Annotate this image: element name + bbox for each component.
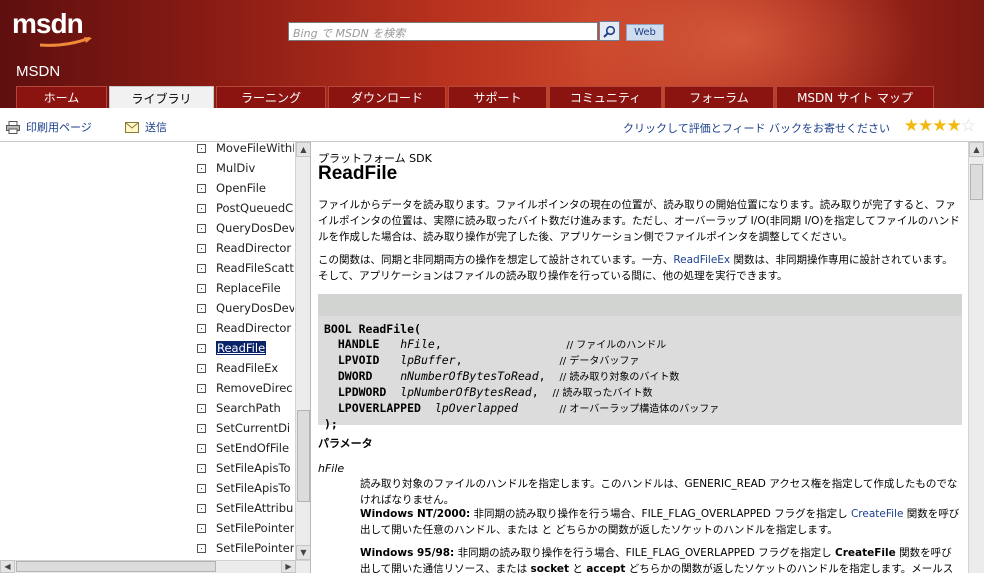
toc-item[interactable]: ReadDirector	[197, 318, 294, 338]
toc-item[interactable]: QueryDosDev	[197, 218, 294, 238]
param-description: 読み取り対象のファイルのハンドルを指定します。このハンドルは、GENERIC_R…	[360, 478, 958, 506]
syntax-block: BOOL ReadFile( HANDLE hFile, // ファイルのハンド…	[318, 293, 962, 431]
toc-node-icon	[197, 243, 206, 253]
syntax-header-bar	[318, 294, 962, 316]
toc-node-icon	[197, 503, 206, 513]
toc-item[interactable]: RemoveDirec	[197, 378, 294, 398]
toc-item[interactable]: OpenFile	[197, 178, 294, 198]
toc-node-icon	[197, 383, 206, 393]
toc-item[interactable]: QueryDosDev	[197, 298, 294, 318]
site-header: msdn Bing で MSDN を検索 Web MSDN ホーム ライブラリ …	[0, 0, 984, 108]
scroll-thumb[interactable]	[297, 410, 310, 502]
star-icon[interactable]: ★	[904, 118, 919, 135]
toc-item[interactable]: ReadDirector	[197, 238, 294, 258]
toc-item-selected[interactable]: ReadFile	[197, 338, 294, 358]
tab-forums[interactable]: フォーラム	[664, 86, 774, 108]
tab-support[interactable]: サポート	[448, 86, 547, 108]
createfile-link[interactable]: CreateFile	[851, 508, 903, 520]
scroll-up-icon[interactable]: ▲	[296, 142, 310, 157]
toc-item[interactable]: ReadFileEx	[197, 358, 294, 378]
page-toolbar: 印刷用ページ 送信 クリックして評価とフィード バックをお寄せください ★ ★ …	[0, 108, 984, 142]
tab-community[interactable]: コミュニティ	[549, 86, 662, 108]
star-icon[interactable]: ★	[932, 118, 947, 135]
scroll-thumb[interactable]	[16, 561, 216, 572]
toc-item[interactable]: MoveFileWithP	[197, 142, 294, 158]
tab-learning[interactable]: ラーニング	[216, 86, 326, 108]
toc-item[interactable]: ReadFileScatt	[197, 258, 294, 278]
toc-item[interactable]: SetFilePointer	[197, 538, 294, 558]
main-nav: ホーム ライブラリ ラーニング ダウンロード サポート コミュニティ フォーラム…	[16, 86, 936, 108]
star-icon[interactable]: ★	[947, 118, 962, 135]
print-link[interactable]: 印刷用ページ	[6, 119, 92, 135]
toc-item[interactable]: SetFileAttribu	[197, 498, 294, 518]
toc-item[interactable]: SetFileApisTo	[197, 458, 294, 478]
toc-node-icon	[197, 363, 206, 373]
toc-item[interactable]: SetFilePointer	[197, 518, 294, 538]
syntax-code: BOOL ReadFile( HANDLE hFile, // ファイルのハンド…	[324, 322, 720, 431]
scroll-thumb[interactable]	[970, 164, 983, 200]
toc-node-icon	[197, 143, 206, 153]
scroll-left-icon[interactable]: ◀	[0, 560, 15, 573]
sidebar-vertical-scrollbar[interactable]: ▲ ▼	[295, 142, 310, 560]
star-empty-icon[interactable]: ☆	[961, 118, 976, 135]
toc-node-icon	[197, 343, 206, 353]
w95-note: Windows 95/98: 非同期の読み取り操作を行う場合、FILE_FLAG…	[360, 547, 954, 573]
tab-home[interactable]: ホーム	[16, 86, 107, 108]
scroll-down-icon[interactable]: ▼	[296, 545, 310, 560]
intro-paragraph: ファイルからデータを読み取ります。ファイルポインタの現在の位置が、読み取りの開始…	[318, 199, 960, 243]
toc-node-icon	[197, 223, 206, 233]
toc-item[interactable]: MulDiv	[197, 158, 294, 178]
toc-node-icon	[197, 403, 206, 413]
print-label: 印刷用ページ	[26, 121, 92, 134]
toc-node-icon	[197, 163, 206, 173]
param-name: hFile	[318, 462, 345, 475]
toc-node-icon	[197, 463, 206, 473]
web-scope-button[interactable]: Web	[626, 24, 664, 41]
toc-item[interactable]: SetFileApisTo	[197, 478, 294, 498]
search-button[interactable]	[599, 21, 620, 41]
toc-node-icon	[197, 543, 206, 553]
toc-item[interactable]: PostQueuedC	[197, 198, 294, 218]
rating-prompt[interactable]: クリックして評価とフィード バックをお寄せください	[623, 120, 890, 136]
article-content: プラットフォーム SDK ReadFile ファイルからデータを読み取ります。フ…	[312, 142, 968, 573]
parameters-heading: パラメータ	[318, 437, 373, 450]
toc-item[interactable]: SetEndOfFile	[197, 438, 294, 458]
send-label: 送信	[145, 121, 167, 134]
rating-stars[interactable]: ★ ★ ★ ★ ☆	[904, 118, 976, 135]
scroll-up-icon[interactable]: ▲	[969, 142, 984, 157]
star-icon[interactable]: ★	[918, 118, 933, 135]
tab-library[interactable]: ライブラリ	[109, 86, 214, 108]
sidebar-horizontal-scrollbar[interactable]: ◀ ▶	[0, 560, 310, 573]
toc-node-icon	[197, 183, 206, 193]
tab-downloads[interactable]: ダウンロード	[328, 86, 446, 108]
scroll-right-icon[interactable]: ▶	[281, 560, 296, 573]
toc-node-icon	[197, 263, 206, 273]
toc-sidebar: MoveFileWithP MulDiv OpenFile PostQueued…	[0, 142, 311, 573]
printer-icon	[6, 120, 20, 134]
site-name: MSDN	[16, 63, 61, 80]
toc-node-icon	[197, 323, 206, 333]
toc-item[interactable]: SetCurrentDi	[197, 418, 294, 438]
toc-node-icon	[197, 483, 206, 493]
tab-sitemap[interactable]: MSDN サイト マップ	[776, 86, 934, 108]
readfileex-link[interactable]: ReadFileEx	[673, 254, 730, 266]
page-title: ReadFile	[318, 163, 398, 184]
search-input[interactable]: Bing で MSDN を検索	[288, 22, 598, 41]
toc-item[interactable]: SearchPath	[197, 398, 294, 418]
toc-node-icon	[197, 443, 206, 453]
toc-node-icon	[197, 283, 206, 293]
toc-node-icon	[197, 523, 206, 533]
logo-swoosh-icon	[40, 37, 92, 47]
mail-icon	[125, 121, 139, 133]
sync-paragraph: この関数は、同期と非同期両方の操作を想定して設計されています。一方、ReadFi…	[318, 254, 953, 282]
toc-item[interactable]: ReplaceFile	[197, 278, 294, 298]
send-link[interactable]: 送信	[125, 119, 167, 135]
toc-node-icon	[197, 203, 206, 213]
msdn-logo[interactable]: msdn	[12, 8, 84, 40]
search-icon	[603, 25, 616, 38]
toc-node-icon	[197, 423, 206, 433]
content-vertical-scrollbar[interactable]: ▲	[968, 142, 984, 573]
nt-note: Windows NT/2000: 非同期の読み取り操作を行う場合、FILE_FL…	[360, 508, 960, 536]
toc-node-icon	[197, 303, 206, 313]
